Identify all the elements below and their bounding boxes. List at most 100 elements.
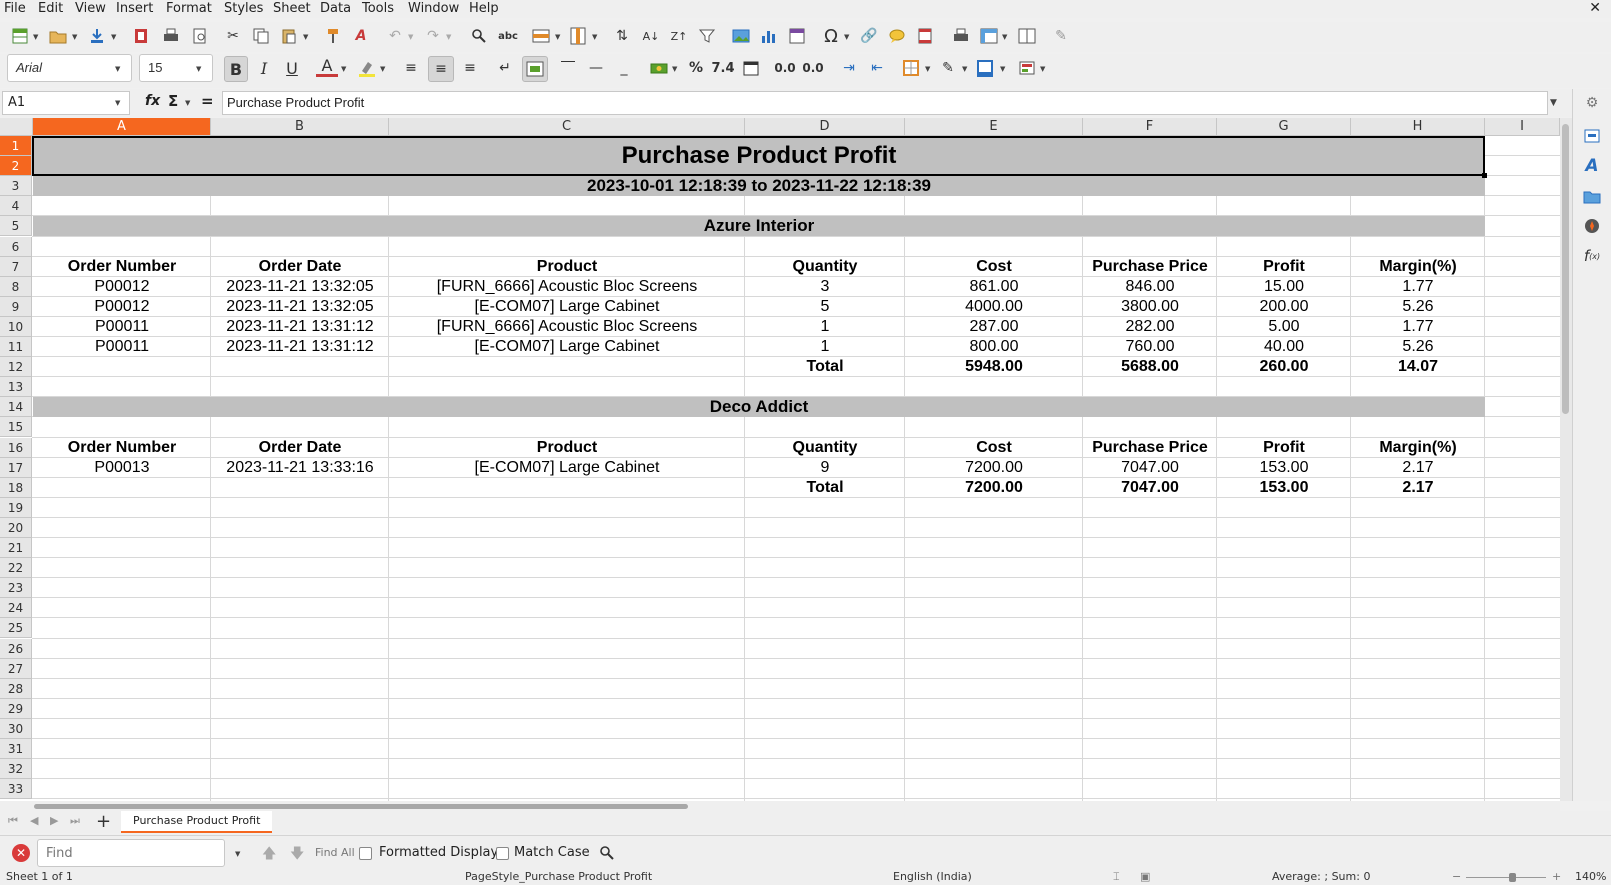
sidebar-styles-icon[interactable]: A xyxy=(1581,155,1603,177)
row-header[interactable]: 19 xyxy=(0,497,32,518)
cell-margin[interactable]: 1.77 xyxy=(1351,277,1485,297)
border-style-icon[interactable]: ✎ xyxy=(937,57,959,79)
cell-cost[interactable]: 7200.00 xyxy=(905,458,1083,478)
column-heading-profit[interactable]: Profit xyxy=(1217,438,1351,458)
close-find-icon[interactable]: ✕ xyxy=(12,844,30,862)
border-color-icon[interactable] xyxy=(974,57,996,79)
total-purchase-price[interactable]: 7047.00 xyxy=(1083,478,1217,498)
cell-purchase-price[interactable]: 3800.00 xyxy=(1083,297,1217,317)
row-header[interactable]: 25 xyxy=(0,618,32,639)
column-heading-quantity[interactable]: Quantity xyxy=(745,438,905,458)
column-heading-margin[interactable]: Margin(%) xyxy=(1351,257,1485,277)
chevron-down-icon[interactable]: ▼ xyxy=(672,65,680,73)
close-icon[interactable]: ✕ xyxy=(1589,0,1601,16)
cell-order-date[interactable]: 2023-11-21 13:32:05 xyxy=(211,277,389,297)
find-next-icon[interactable]: 🡇 xyxy=(290,843,304,867)
row-header[interactable]: 14 xyxy=(0,397,32,418)
highlighting-color-icon[interactable] xyxy=(356,57,378,79)
row-header[interactable]: 28 xyxy=(0,678,32,699)
cell-order-number[interactable]: P00011 xyxy=(33,317,211,337)
total-margin[interactable]: 2.17 xyxy=(1351,478,1485,498)
sheet-tab[interactable]: Purchase Product Profit xyxy=(121,811,273,833)
column-heading-product[interactable]: Product xyxy=(389,438,745,458)
chevron-down-icon[interactable]: ▼ xyxy=(1000,65,1008,73)
delete-decimal-place-icon[interactable]: 0.0 xyxy=(802,57,824,79)
sidebar-navigator-icon[interactable] xyxy=(1581,215,1603,237)
cell-order-number[interactable]: P00012 xyxy=(33,297,211,317)
spelling-icon[interactable]: abc xyxy=(497,25,519,47)
cell-margin[interactable]: 5.26 xyxy=(1351,337,1485,357)
cell-product[interactable]: [E-COM07] Large Cabinet xyxy=(389,337,745,357)
cell-profit[interactable]: 40.00 xyxy=(1217,337,1351,357)
column-header-h[interactable]: H xyxy=(1351,118,1485,136)
open-folder-icon[interactable] xyxy=(47,25,69,47)
clear-formatting-icon[interactable]: A xyxy=(350,25,372,47)
italic-icon[interactable]: I xyxy=(253,57,275,79)
cell-order-date[interactable]: 2023-11-21 13:33:16 xyxy=(211,458,389,478)
column-header-a[interactable]: A xyxy=(33,118,211,136)
cell-cost[interactable]: 287.00 xyxy=(905,317,1083,337)
cell-quantity[interactable]: 9 xyxy=(745,458,905,478)
row-header[interactable]: 17 xyxy=(0,457,32,478)
row-header[interactable]: 18 xyxy=(0,477,32,498)
sidebar-functions-icon[interactable]: f (x) xyxy=(1581,245,1603,267)
row-header[interactable]: 5 xyxy=(0,216,32,237)
total-label[interactable]: Total xyxy=(745,357,905,377)
row-header[interactable]: 24 xyxy=(0,598,32,619)
chevron-down-icon[interactable]: ▼ xyxy=(1002,33,1010,41)
chevron-down-icon[interactable]: ▼ xyxy=(380,65,388,73)
vendor-name[interactable]: Deco Addict xyxy=(33,397,1485,417)
column-header-e[interactable]: E xyxy=(905,118,1083,136)
row-header[interactable]: 4 xyxy=(0,196,32,217)
hyperlink-icon[interactable]: 🔗 xyxy=(858,25,880,47)
row-header[interactable]: 2 xyxy=(0,156,32,177)
zoom-slider[interactable] xyxy=(1466,877,1546,878)
row-icon[interactable] xyxy=(530,25,552,47)
insert-image-icon[interactable] xyxy=(730,25,752,47)
find-input[interactable]: Find xyxy=(37,839,225,867)
menu-format[interactable]: Format xyxy=(166,1,212,16)
bold-icon[interactable]: B xyxy=(224,56,248,82)
column-heading-purchase-price[interactable]: Purchase Price xyxy=(1083,438,1217,458)
cell-cost[interactable]: 4000.00 xyxy=(905,297,1083,317)
row-header[interactable]: 22 xyxy=(0,558,32,579)
menu-edit[interactable]: Edit xyxy=(38,1,63,16)
wrap-text-icon[interactable]: ↵ xyxy=(494,57,516,79)
column-heading-product[interactable]: Product xyxy=(389,257,745,277)
font-color-icon[interactable]: A xyxy=(316,56,338,77)
chevron-down-icon[interactable]: ▼ xyxy=(1040,65,1048,73)
column-heading-cost[interactable]: Cost xyxy=(905,257,1083,277)
cell-profit[interactable]: 153.00 xyxy=(1217,458,1351,478)
print-preview-icon[interactable] xyxy=(189,25,211,47)
menu-insert[interactable]: Insert xyxy=(116,1,153,16)
find-all-button[interactable]: Find All xyxy=(315,846,355,859)
cell-quantity[interactable]: 1 xyxy=(745,317,905,337)
chevron-down-icon[interactable]: ▼ xyxy=(111,33,119,41)
number-format-icon[interactable]: 7.4 xyxy=(711,57,734,79)
merge-center-icon[interactable] xyxy=(522,56,548,82)
sort-ascending-icon[interactable]: A↓ xyxy=(640,25,662,47)
row-header[interactable]: 30 xyxy=(0,718,32,739)
column-heading-purchase-price[interactable]: Purchase Price xyxy=(1083,257,1217,277)
align-bottom-icon[interactable]: _ xyxy=(613,57,635,79)
find-replace-icon[interactable] xyxy=(596,842,618,864)
chevron-down-icon[interactable]: ▼ xyxy=(592,33,600,41)
horizontal-scrollbar[interactable] xyxy=(0,801,1560,811)
column-heading-margin[interactable]: Margin(%) xyxy=(1351,438,1485,458)
headers-footers-icon[interactable] xyxy=(914,25,936,47)
conditional-format-icon[interactable] xyxy=(1016,57,1038,79)
total-cost[interactable]: 7200.00 xyxy=(905,478,1083,498)
chevron-down-icon[interactable]: ▼ xyxy=(555,33,563,41)
clone-formatting-icon[interactable] xyxy=(322,25,344,47)
cell-quantity[interactable]: 5 xyxy=(745,297,905,317)
chevron-down-icon[interactable]: ▼ xyxy=(235,850,243,858)
cell-profit[interactable]: 5.00 xyxy=(1217,317,1351,337)
insert-chart-icon[interactable] xyxy=(758,25,780,47)
define-print-area-icon[interactable] xyxy=(950,25,972,47)
add-decimal-place-icon[interactable]: 0.0 xyxy=(774,57,796,79)
total-profit[interactable]: 260.00 xyxy=(1217,357,1351,377)
row-header[interactable]: 8 xyxy=(0,276,32,297)
row-header[interactable]: 32 xyxy=(0,759,32,780)
column-heading-order-number[interactable]: Order Number xyxy=(33,257,211,277)
sidebar-settings-icon[interactable]: ⚙ xyxy=(1581,92,1603,114)
